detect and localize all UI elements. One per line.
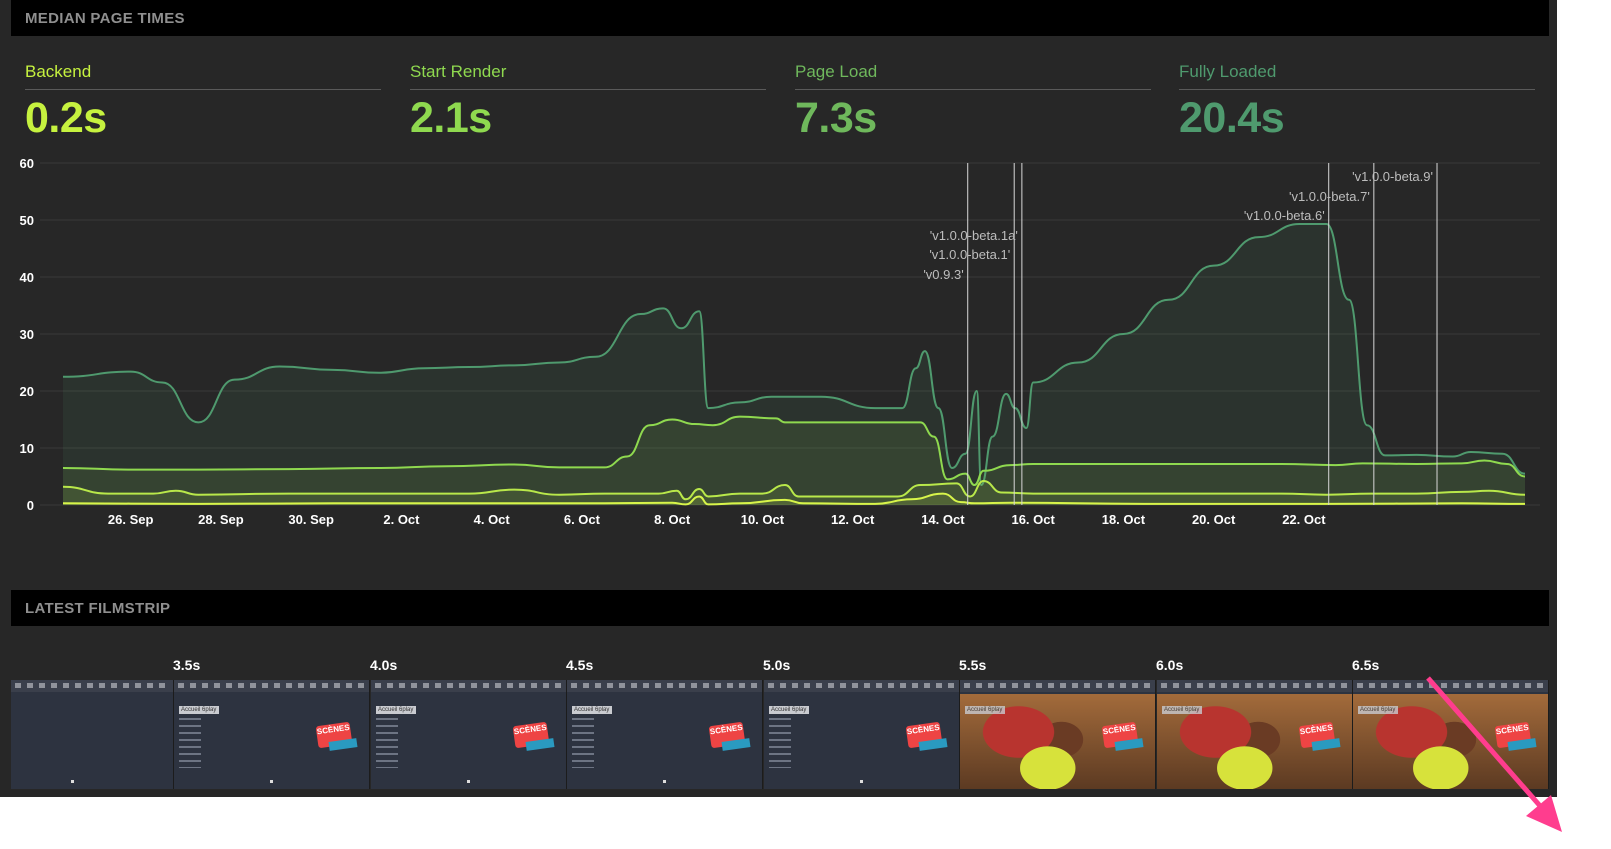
x-tick-label: 30. Sep [288,512,334,527]
y-tick-label: 50 [20,213,34,228]
frame-site-navbar [960,680,1155,692]
filmstrip-frame[interactable]: Accueil 6play SCÈNES [960,680,1156,789]
filmstrip-frame[interactable] [11,680,174,789]
x-tick-label: 16. Oct [1011,512,1055,527]
frame-indicator-dot [467,780,470,783]
latest-filmstrip-header: LATEST FILMSTRIP [11,590,1549,626]
frame-site-navbar [11,680,173,692]
metric-page-load: Page Load 7.3s [795,62,1151,143]
release-marker-label: 'v1.0.0-beta.7' [1289,189,1370,204]
filmstrip-frame[interactable]: Accueil 6play SCÈNES [567,680,763,789]
x-tick-label: 26. Sep [108,512,154,527]
metric-label: Fully Loaded [1179,62,1535,90]
y-tick-label: 0 [27,498,34,513]
release-marker-label: 'v1.0.0-beta.1a' [930,228,1018,243]
frame-time-label: 5.5s [959,657,987,673]
metric-label: Backend [25,62,381,90]
metric-label: Start Render [410,62,766,90]
x-tick-label: 22. Oct [1282,512,1326,527]
x-tick-label: 10. Oct [741,512,785,527]
metric-fully-loaded: Fully Loaded 20.4s [1179,62,1535,143]
metric-value: 7.3s [795,94,877,142]
frame-menu-list [769,718,791,768]
metric-value: 0.2s [25,94,107,142]
frame-time-label: 5.0s [763,657,791,673]
frame-time-label: 3.5s [173,657,201,673]
frame-time-label: 4.0s [370,657,398,673]
frame-indicator-dot [270,780,273,783]
metric-value: 2.1s [410,94,492,142]
frame-indicator-dot [663,780,666,783]
filmstrip-frame[interactable]: Accueil 6play SCÈNES [174,680,370,789]
metric-backend: Backend 0.2s [25,62,381,143]
x-tick-label: 18. Oct [1102,512,1146,527]
frame-menu-button: Accueil 6play [179,706,219,714]
frame-menu-button: Accueil 6play [376,706,416,714]
y-tick-label: 40 [20,270,34,285]
frame-menu-button: Accueil 6play [965,706,1005,714]
arrow-head [1526,795,1562,832]
y-tick-label: 20 [20,384,34,399]
x-tick-label: 6. Oct [564,512,601,527]
frame-time-label: 6.5s [1352,657,1380,673]
median-times-chart: 0 10 20 30 40 50 60 26. Sep 28. Sep 30. Sep 2. Oct… [20,156,1540,527]
x-tick-label: 4. Oct [474,512,511,527]
frame-site-navbar [371,680,566,692]
frame-site-navbar [1157,680,1352,692]
median-page-times-header: MEDIAN PAGE TIMES [11,0,1549,36]
frame-menu-button: Accueil 6play [572,706,612,714]
frame-indicator-dot [860,780,863,783]
release-marker-label: 'v1.0.0-beta.1' [929,247,1010,262]
frame-menu-list [572,718,594,768]
filmstrip-frame[interactable]: Accueil 6play SCÈNES [371,680,567,789]
x-tick-label: 12. Oct [831,512,875,527]
x-tick-label: 28. Sep [198,512,244,527]
y-tick-label: 30 [20,327,34,342]
x-tick-label: 8. Oct [654,512,691,527]
x-tick-label: 14. Oct [921,512,965,527]
frame-site-navbar [174,680,369,692]
frame-menu-button: Accueil 6play [1358,706,1398,714]
dashboard: MEDIAN PAGE TIMES Backend 0.2s Start Ren… [0,0,1557,797]
y-tick-label: 10 [20,441,34,456]
metric-start-render: Start Render 2.1s [410,62,766,143]
filmstrip-frame[interactable]: Accueil 6play SCÈNES [764,680,960,789]
frame-menu-button: Accueil 6play [1162,706,1202,714]
arrow-shaft [1426,676,1550,817]
frame-menu-list [376,718,398,768]
frame-site-navbar [567,680,762,692]
x-tick-label: 2. Oct [383,512,420,527]
pointer-arrow [1426,676,1562,832]
section-title: MEDIAN PAGE TIMES [25,9,185,27]
frame-menu-list [179,718,201,768]
x-tick-label: 20. Oct [1192,512,1236,527]
release-marker-label: 'v0.9.3' [923,267,963,282]
metric-label: Page Load [795,62,1151,90]
frame-time-label: 6.0s [1156,657,1184,673]
frame-time-label: 4.5s [566,657,594,673]
frame-menu-button: Accueil 6play [769,706,809,714]
section-title: LATEST FILMSTRIP [25,599,171,617]
y-tick-label: 60 [20,156,34,171]
filmstrip-frame[interactable]: Accueil 6play SCÈNES [1157,680,1353,789]
release-marker-label: 'v1.0.0-beta.9' [1352,169,1433,184]
release-marker-label: 'v1.0.0-beta.6' [1244,208,1325,223]
metric-value: 20.4s [1179,94,1285,142]
frame-indicator-dot [71,780,74,783]
frame-site-navbar [764,680,959,692]
